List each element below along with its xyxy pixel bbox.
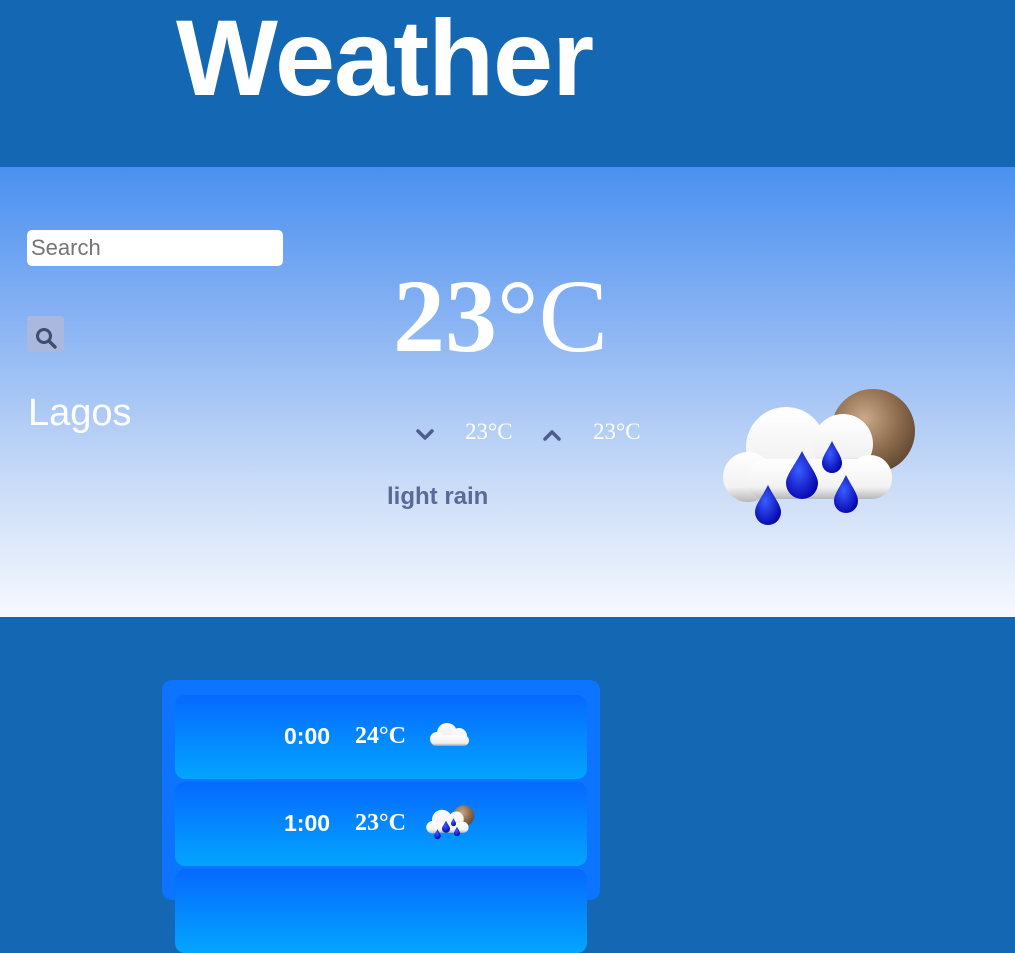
weather-description: light rain	[387, 483, 489, 510]
temperature-unit: °C	[497, 259, 608, 374]
search-icon	[35, 327, 57, 349]
min-temperature: 23°C	[465, 419, 513, 444]
cloud-rain-sun-icon	[426, 805, 475, 840]
hour-time: 1:00	[284, 810, 331, 836]
cloud-rain-sun-icon	[723, 389, 915, 525]
hourly-item: 0:00 24°C	[175, 695, 587, 779]
search-button[interactable]	[27, 316, 64, 352]
temperature-value: 23	[393, 259, 497, 374]
max-temperature: 23°C	[593, 419, 641, 444]
chevron-up-icon	[543, 430, 561, 441]
cloud-icon	[430, 723, 469, 746]
search-input[interactable]	[27, 230, 283, 266]
city-name: Lagos	[28, 392, 132, 434]
hourly-item: 1:00 23°C	[175, 782, 587, 866]
current-temperature: 23°C	[393, 265, 608, 369]
hourly-item	[175, 869, 587, 953]
hour-temperature: 23°C	[355, 810, 406, 836]
hour-time: 0:00	[284, 723, 331, 749]
app-title: Weather	[176, 0, 594, 118]
hour-temperature: 24°C	[355, 723, 406, 749]
header: Weather	[0, 0, 1015, 167]
hourly-forecast: 0:00 24°C 1:00 23°C	[162, 680, 600, 953]
current-weather-panel: Lagos 23°C 23°C 23°C light rain	[0, 167, 1015, 617]
chevron-down-icon	[416, 429, 434, 440]
